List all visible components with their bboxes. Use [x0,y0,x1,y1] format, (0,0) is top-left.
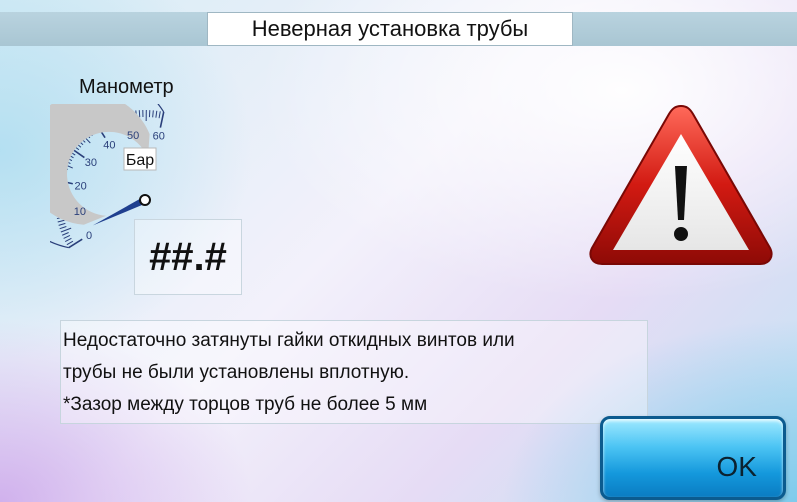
message-line-1: Недостаточно затянуты гайки откидных вин… [63,330,515,351]
gauge-minor-tick [60,227,72,233]
gauge-minor-tick [58,222,66,226]
gauge-major-tick [68,238,83,249]
gauge-label: Манометр [79,76,174,98]
gauge-minor-tick [64,237,72,243]
gauge-unit: Бар [126,152,154,169]
gauge-minor-tick [152,110,154,118]
error-message: Недостаточно затянуты гайки откидных вин… [60,320,648,424]
gauge-hub [139,194,151,206]
gauge-minor-tick [63,235,71,239]
gauge-tick-label: 60 [153,130,165,142]
dialog-title: Неверная установка трубы [207,12,573,46]
gauge-tick-label: 40 [103,139,115,151]
gauge-tick-label: 20 [74,181,86,193]
title-bar: Неверная установка трубы [0,12,797,46]
gauge-tick-label: 30 [85,157,97,169]
pressure-value-display: ##.# [134,219,242,295]
gauge-major-tick [159,111,165,128]
gauge-minor-tick [66,240,74,246]
gauge-minor-tick [59,225,67,230]
gauge-minor-tick [57,219,65,223]
gauge-tick-label: 10 [74,206,86,218]
gauge-minor-tick [155,110,158,118]
message-line-2: трубы не были установлены вплотную. [63,362,410,383]
gauge-minor-tick [61,232,69,236]
ok-button[interactable]: OK [600,416,786,500]
gauge-minor-tick [158,111,161,119]
warning-triangle-icon [589,104,773,265]
gauge-tick-label: 50 [127,130,139,142]
message-line-3: *Зазор между торцов труб не более 5 мм [63,394,428,415]
gauge-tick-label: 0 [86,230,92,242]
